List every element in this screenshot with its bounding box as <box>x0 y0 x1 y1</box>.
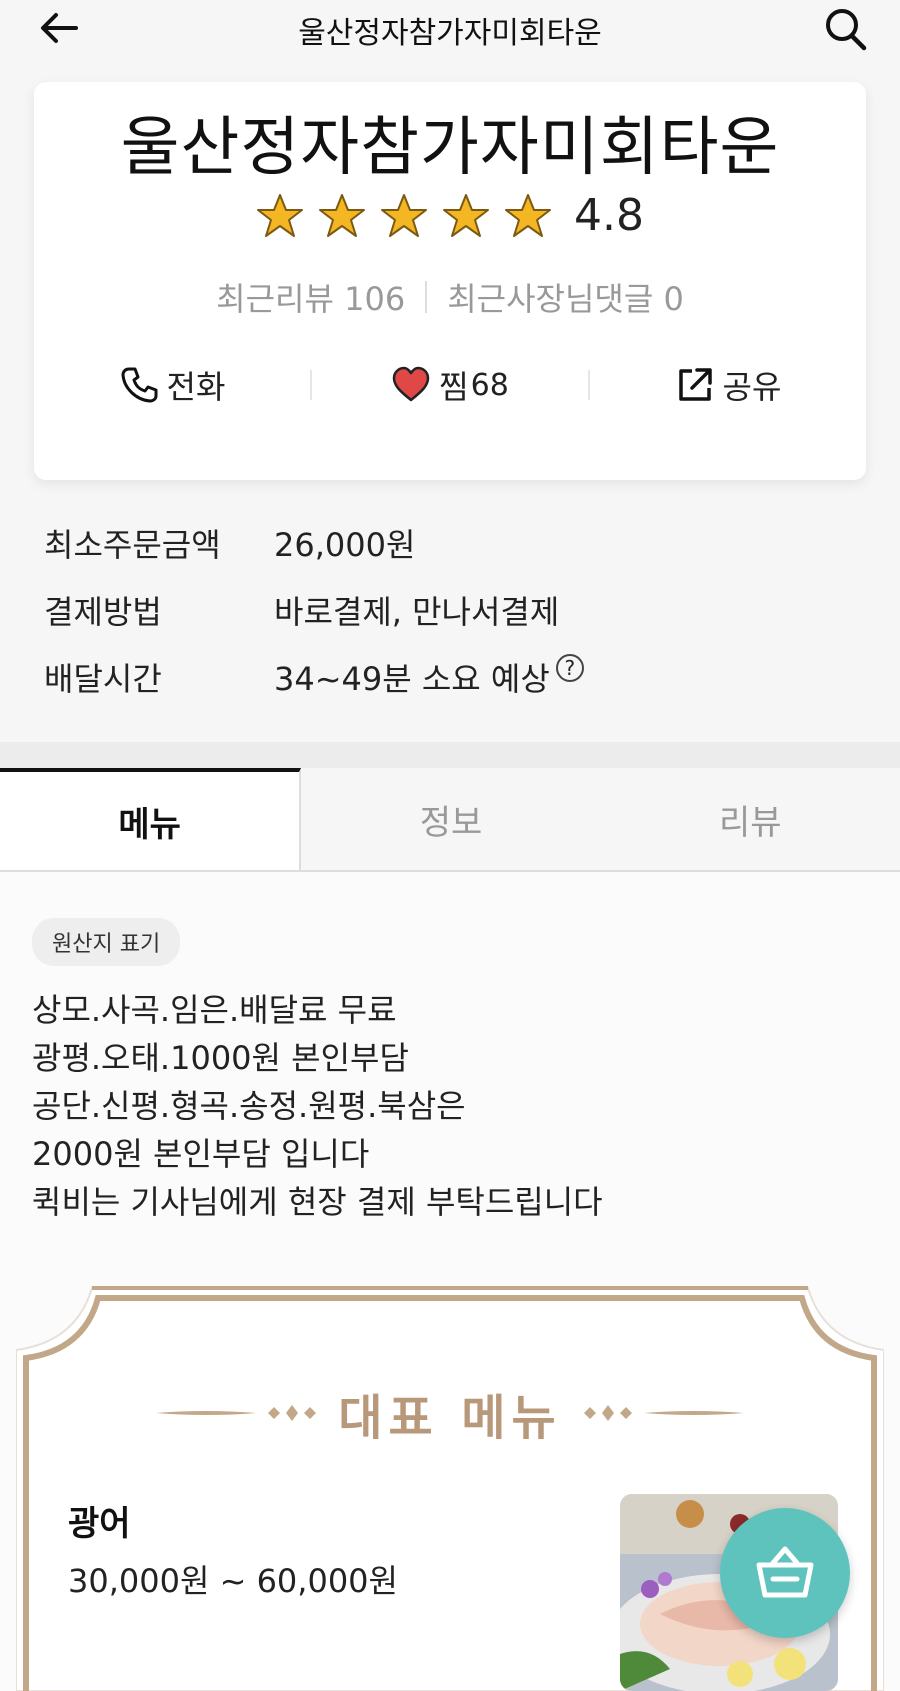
section-divider <box>0 742 900 768</box>
help-icon[interactable]: ? <box>555 654 584 682</box>
notice-line: 2000원 본인부담 입니다 <box>32 1135 370 1173</box>
menu-item-price: 30,000원 ~ 60,000원 <box>68 1562 398 1600</box>
info-row-payment: 결제방법 바로결제, 만나서결제 <box>44 587 584 654</box>
tab-info[interactable]: 정보 <box>301 768 600 870</box>
favorite-button[interactable]: 찜 68 <box>312 360 588 410</box>
review-counts: 최근리뷰 106 최근사장님댓글 0 <box>34 274 866 320</box>
star-icon <box>505 193 551 237</box>
tab-bar: 메뉴 정보 리뷰 <box>0 768 900 872</box>
star-icon <box>257 193 303 237</box>
action-row: 전화 찜 68 공유 <box>34 360 866 410</box>
ornament-right-icon <box>583 1405 744 1421</box>
info-value: 바로결제, 만나서결제 <box>274 593 560 631</box>
store-name: 울산정자참가자미회타운 <box>120 111 780 185</box>
origin-label-chip[interactable]: 원산지 표기 <box>32 918 181 966</box>
info-label: 결제방법 <box>44 593 162 631</box>
back-arrow-icon[interactable] <box>36 8 84 48</box>
tab-menu[interactable]: 메뉴 <box>0 768 302 870</box>
featured-title-text: 대표 메뉴 <box>338 1390 562 1446</box>
notice-line: 공단.신평.형곡.송정.원평.북삼은 <box>32 1087 466 1125</box>
star-icon <box>319 193 365 237</box>
cart-button[interactable] <box>720 1508 850 1638</box>
favorite-label: 찜 <box>439 368 469 406</box>
star-icon <box>443 193 489 237</box>
info-row-delivery-time: 배달시간 34~49분 소요 예상 ? <box>44 654 584 721</box>
store-summary-card: 울산정자참가자미회타운 4.8 최근리뷰 106 최근사장님댓글 0 전화 찜 … <box>34 82 866 480</box>
rating-score: 4.8 <box>574 190 644 241</box>
phone-icon <box>121 367 158 403</box>
divider <box>425 281 428 313</box>
menu-item-name[interactable]: 광어 <box>68 1496 131 1545</box>
rating-row: 4.8 <box>34 190 866 241</box>
notice-line: 퀵비는 기사님에게 현장 결제 부탁드립니다 <box>32 1183 603 1221</box>
tab-reviews[interactable]: 리뷰 <box>601 768 900 870</box>
top-bar: 울산정자참가자미회타운 <box>0 0 900 56</box>
call-label: 전화 <box>166 368 226 406</box>
basket-icon <box>756 1546 814 1598</box>
info-value: 34~49분 소요 예상 <box>274 660 550 698</box>
owner-replies-count: 최근사장님댓글 0 <box>447 280 684 318</box>
store-info: 최소주문금액 26,000원 결제방법 바로결제, 만나서결제 배달시간 34~… <box>44 520 584 721</box>
call-button[interactable]: 전화 <box>34 360 310 410</box>
info-label: 배달시간 <box>44 660 162 698</box>
notice-line: 상모.사곡.임은.배달료 무료 <box>32 991 397 1029</box>
info-value: 26,000원 <box>274 526 416 564</box>
share-button[interactable]: 공유 <box>590 360 866 410</box>
share-label: 공유 <box>722 368 782 406</box>
header-title: 울산정자참가자미회타운 <box>298 16 602 51</box>
featured-menu-title: 대표 메뉴 <box>0 1378 900 1448</box>
recent-reviews-link[interactable]: 최근리뷰 106 <box>216 274 405 320</box>
info-row-min-order: 최소주문금액 26,000원 <box>44 520 584 587</box>
notice-line: 광평.오태.1000원 본인부담 <box>32 1039 409 1077</box>
info-label: 최소주문금액 <box>44 526 221 564</box>
search-icon[interactable] <box>822 6 870 52</box>
ornament-left-icon <box>156 1405 317 1421</box>
star-icon <box>381 193 427 237</box>
favorite-count: 68 <box>470 367 509 403</box>
heart-icon <box>392 366 430 402</box>
store-notice: 상모.사곡.임은.배달료 무료 광평.오태.1000원 본인부담 공단.신평.형… <box>32 986 603 1226</box>
share-icon <box>678 368 712 401</box>
